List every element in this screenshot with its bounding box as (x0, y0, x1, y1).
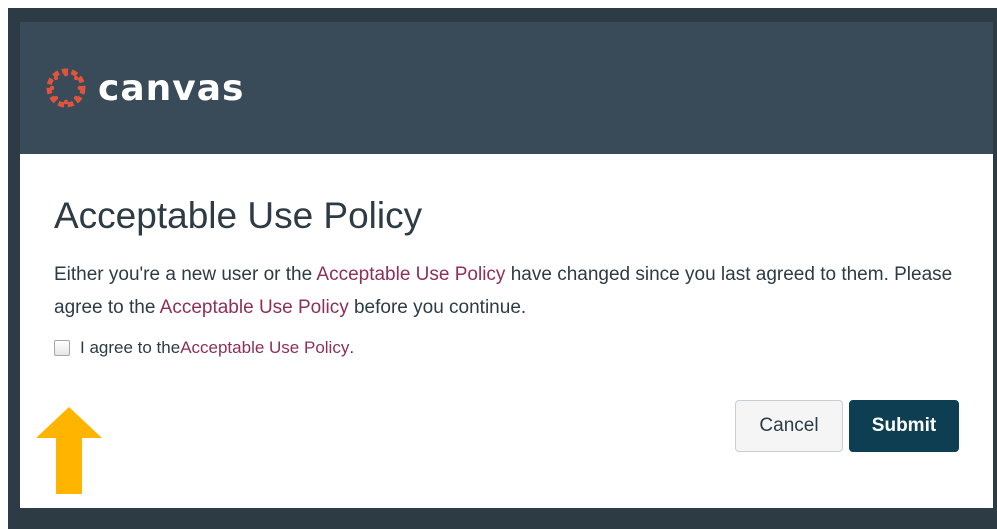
canvas-logo-icon (46, 68, 86, 108)
policy-message: Either you're a new user or the Acceptab… (54, 258, 964, 324)
agree-checkbox[interactable] (54, 340, 70, 356)
policy-link[interactable]: Acceptable Use Policy (316, 264, 505, 285)
agree-row: I agree to the Acceptable Use Policy. (54, 338, 959, 358)
up-arrow-icon (28, 400, 110, 500)
dialog-title: Acceptable Use Policy (54, 195, 423, 236)
logo-text: canvas (98, 67, 245, 109)
agree-policy-link[interactable]: Acceptable Use Policy (180, 338, 349, 358)
cancel-button[interactable]: Cancel (735, 400, 843, 452)
message-text-1: Either you're a new user or the (54, 264, 317, 285)
submit-button[interactable]: Submit (849, 400, 959, 452)
policy-link[interactable]: Acceptable Use Policy (160, 297, 349, 318)
acceptable-use-policy-dialog: canvas Acceptable Use Policy Either you'… (20, 22, 993, 508)
dialog-header: canvas (20, 22, 993, 154)
message-text-3: before you continue. (348, 297, 527, 318)
canvas-logo: canvas (46, 68, 244, 109)
agree-label-suffix: . (349, 338, 355, 357)
dialog-body: Acceptable Use Policy Either you're a ne… (20, 154, 993, 508)
dialog-footer-buttons: Cancel Submit (735, 400, 959, 452)
agree-label-text: I agree to the (80, 338, 181, 357)
